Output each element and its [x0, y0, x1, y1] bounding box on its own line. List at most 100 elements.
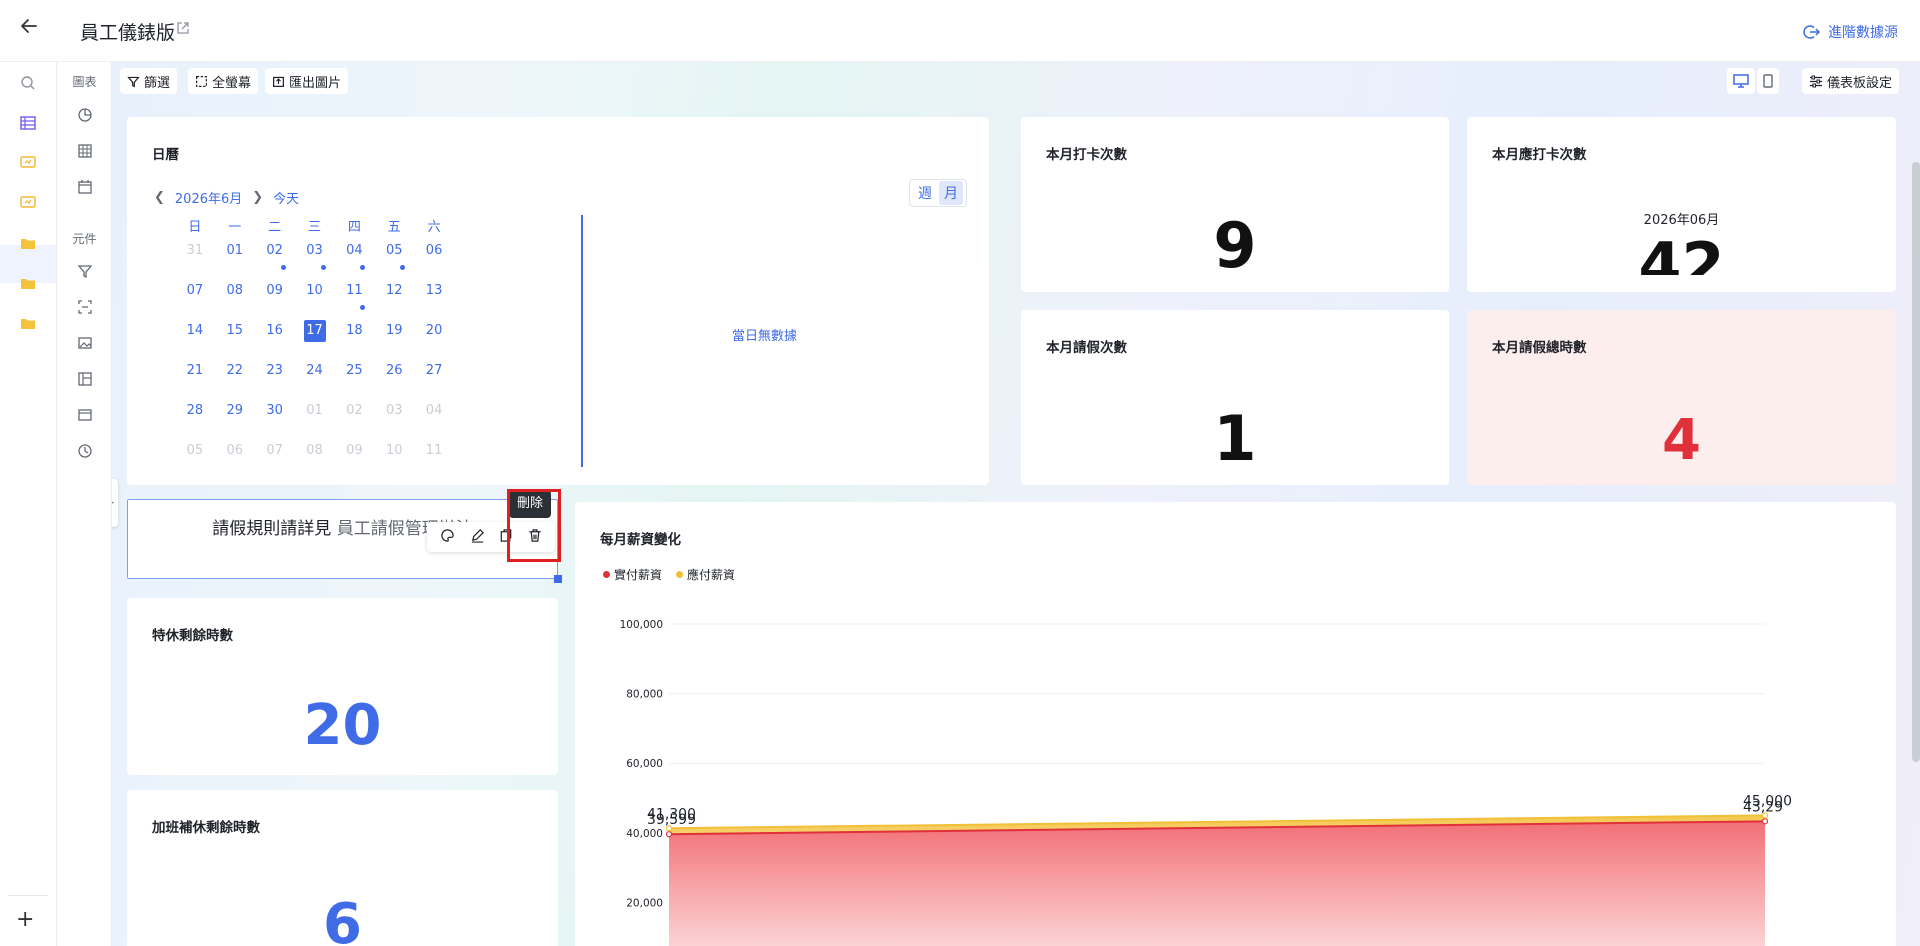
day-number: 25	[346, 363, 363, 378]
scan-icon[interactable]	[76, 298, 94, 316]
calendar-day[interactable]: 22	[215, 360, 255, 400]
folder-icon[interactable]	[17, 232, 39, 254]
calendar-day[interactable]: 02	[255, 240, 295, 280]
day-number: 26	[385, 363, 403, 378]
chevron-left-icon[interactable]: ❮	[154, 190, 165, 205]
palette-icon[interactable]	[440, 528, 455, 547]
mobile-view-button[interactable]	[1757, 68, 1779, 94]
today-button[interactable]: 今天	[273, 188, 299, 207]
calendar-day[interactable]: 25	[334, 360, 374, 400]
filter-button[interactable]: 篩選	[120, 68, 178, 94]
calendar-day[interactable]: 19	[374, 320, 414, 360]
calendar-day[interactable]: 07	[255, 440, 295, 454]
external-link-icon[interactable]	[176, 20, 192, 36]
day-number: 29	[226, 403, 244, 418]
export-image-button[interactable]: 匯出圖片	[265, 68, 349, 94]
calendar-day[interactable]: 26	[374, 360, 414, 400]
event-dot	[320, 265, 326, 270]
calendar-day[interactable]: 08	[215, 280, 255, 320]
day-number: 19	[385, 323, 403, 338]
image-icon[interactable]	[76, 334, 94, 352]
calendar-day[interactable]: 09	[255, 280, 295, 320]
calendar-day[interactable]: 09	[334, 440, 374, 454]
y-tick-label: 80,000	[626, 689, 663, 701]
calendar-day[interactable]: 20	[414, 320, 454, 360]
dashboard-active-icon[interactable]	[17, 192, 39, 214]
day-number: 27	[425, 363, 443, 378]
calendar-day[interactable]: 11	[334, 280, 374, 320]
calendar-day[interactable]: 10	[295, 280, 335, 320]
calendar-day[interactable]: 13	[414, 280, 454, 320]
calendar-day[interactable]: 28	[175, 400, 215, 440]
kpi-value-clip: 42	[1467, 235, 1896, 275]
dashboard-icon[interactable]	[17, 152, 39, 174]
day-number: 01	[226, 243, 244, 258]
settings-label: 儀表板設定	[1827, 75, 1893, 91]
day-number: 04	[346, 243, 363, 258]
table-icon[interactable]	[76, 142, 94, 160]
calendar-day[interactable]: 05	[175, 440, 215, 454]
back-arrow-icon[interactable]	[16, 16, 42, 42]
month-view-tab[interactable]: 月	[939, 181, 963, 205]
calendar-day[interactable]: 18	[334, 320, 374, 360]
table-icon[interactable]	[17, 112, 39, 134]
day-number: 03	[306, 243, 323, 258]
calendar-day[interactable]: 14	[175, 320, 215, 360]
calendar-day[interactable]: 07	[175, 280, 215, 320]
dashboard-canvas: 篩選 全螢幕 匯出圖片 儀表板設定 日曆 ❮ 2026年6月 ❯ 今天 週 月 …	[112, 62, 1920, 946]
day-number: 23	[266, 363, 283, 378]
calendar-day[interactable]: 30	[255, 400, 295, 440]
folder-icon[interactable]	[17, 312, 39, 334]
day-number: 20	[425, 323, 443, 338]
calendar-day[interactable]: 01	[295, 400, 335, 440]
edit-icon[interactable]	[470, 528, 485, 547]
week-view-tab[interactable]: 週	[913, 181, 937, 205]
desktop-view-button[interactable]	[1727, 68, 1755, 94]
kpi-value: 20	[303, 693, 382, 758]
calendar-day[interactable]: 06	[414, 240, 454, 280]
calendar-day-today[interactable]: 17	[295, 320, 335, 360]
pie-chart-icon[interactable]	[76, 106, 94, 124]
layout-icon[interactable]	[76, 370, 94, 388]
calendar-day[interactable]: 21	[175, 360, 215, 400]
advanced-source-button[interactable]: 進階數據源	[1802, 22, 1898, 42]
folder-icon[interactable]	[17, 272, 39, 294]
calendar-day[interactable]: 24	[295, 360, 335, 400]
calendar-icon[interactable]	[76, 178, 94, 196]
filter-icon[interactable]	[76, 262, 94, 280]
search-icon[interactable]	[17, 72, 39, 94]
frame-icon[interactable]	[76, 406, 94, 424]
kpi-card-leave-count: 本月請假次數 1	[1021, 310, 1449, 485]
calendar-day[interactable]: 04	[334, 240, 374, 280]
calendar-day[interactable]: 27	[414, 360, 454, 400]
calendar-day[interactable]: 03	[295, 240, 335, 280]
expand-panel-toggle[interactable]: ▶	[112, 479, 118, 527]
calendar-day[interactable]: 08	[295, 440, 335, 454]
add-icon[interactable]: +	[16, 907, 34, 932]
calendar-day[interactable]: 06	[215, 440, 255, 454]
calendar-day[interactable]: 10	[374, 440, 414, 454]
calendar-day[interactable]: 15	[215, 320, 255, 360]
day-number: 04	[425, 403, 443, 418]
fullscreen-button[interactable]: 全螢幕	[188, 68, 259, 94]
data-point	[665, 825, 673, 832]
calendar-day[interactable]: 31	[175, 240, 215, 280]
calendar-day[interactable]: 02	[334, 400, 374, 440]
clock-icon[interactable]	[76, 442, 94, 460]
day-number: 08	[226, 283, 244, 298]
day-number: 15	[226, 323, 244, 338]
calendar-day[interactable]: 29	[215, 400, 255, 440]
calendar-day[interactable]: 01	[215, 240, 255, 280]
calendar-day[interactable]: 04	[414, 400, 454, 440]
chevron-right-icon[interactable]: ❯	[252, 190, 263, 205]
components-section-label: 元件	[72, 232, 97, 246]
calendar-day[interactable]: 23	[255, 360, 295, 400]
calendar-day[interactable]: 03	[374, 400, 414, 440]
calendar-day[interactable]: 11	[414, 440, 454, 454]
calendar-day[interactable]: 16	[255, 320, 295, 360]
calendar-day[interactable]: 05	[374, 240, 414, 280]
scrollbar[interactable]	[1912, 162, 1920, 762]
dashboard-settings-button[interactable]: 儀表板設定	[1802, 68, 1900, 94]
calendar-day[interactable]: 12	[374, 280, 414, 320]
resize-handle[interactable]	[554, 575, 562, 583]
